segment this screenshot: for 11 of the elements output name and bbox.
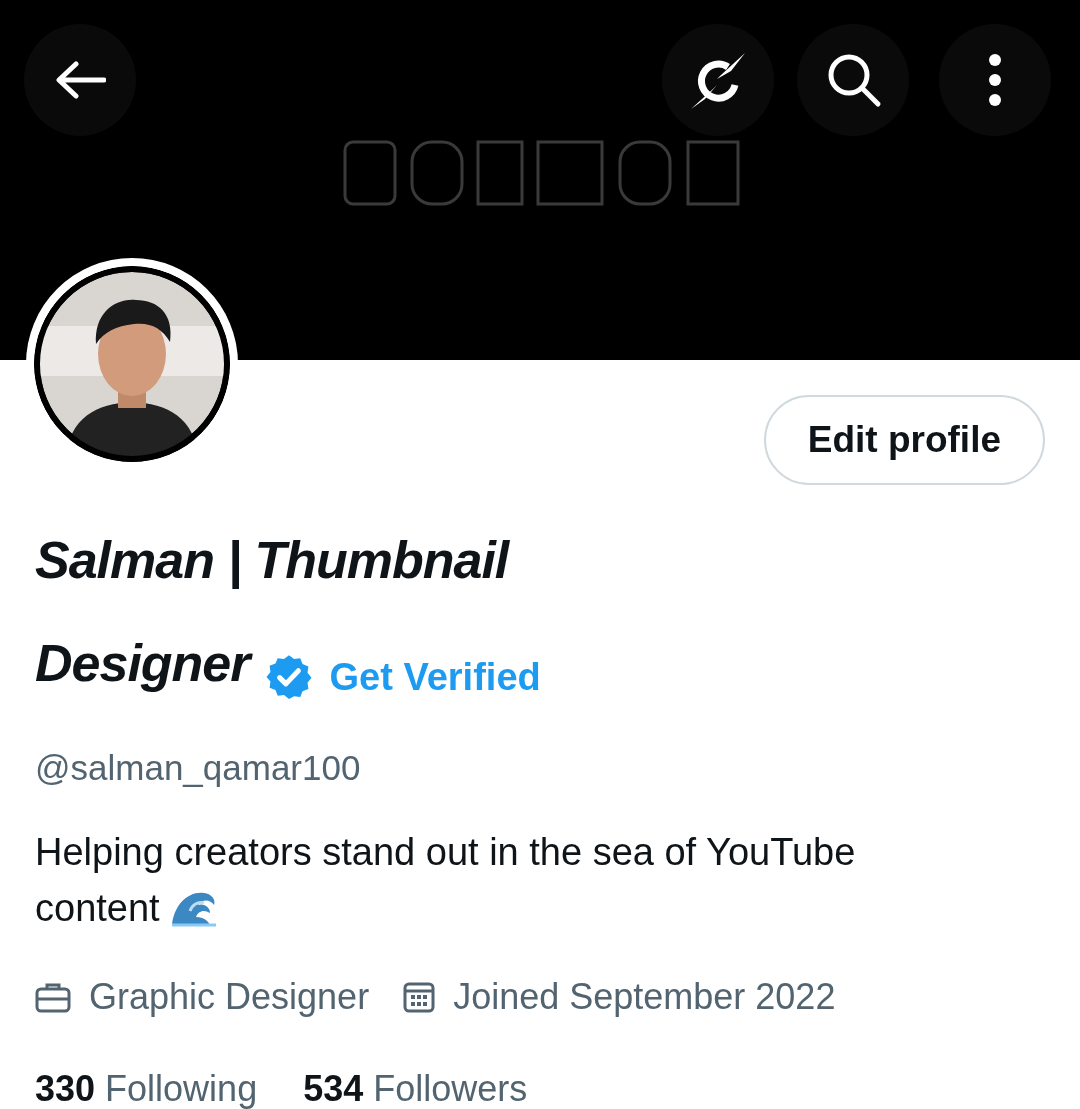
calendar-icon xyxy=(403,981,436,1014)
follow-stat-link[interactable]: 534 Followers xyxy=(303,1062,528,1109)
join-date: Joined September 2022 xyxy=(453,975,836,1020)
edit-profile-button[interactable]: Edit profile xyxy=(763,395,1045,485)
follow-stat-link[interactable]: 330 Following xyxy=(35,1062,258,1109)
briefcase-icon xyxy=(35,981,71,1014)
profession-label: Graphic Designer xyxy=(89,975,370,1020)
bio-text: content xyxy=(35,887,160,930)
username: @salman_qamar100 xyxy=(35,746,362,789)
display-name: Salman | Thumbnail xyxy=(35,531,509,589)
bio-text: Helping creators stand out in the sea of YouTube xyxy=(35,831,856,874)
